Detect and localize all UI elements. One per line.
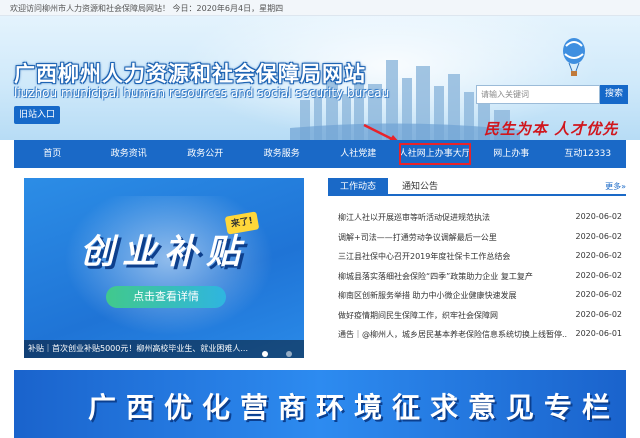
site-subtitle: liuzhou municipal human resources and so…: [14, 86, 390, 100]
nav-item-government-service[interactable]: 政务服务: [244, 140, 321, 168]
list-item[interactable]: 柳南区创新服务举措 助力中小微企业健康快速发展 2020-06-02: [328, 287, 626, 307]
list-item[interactable]: 通告｜@柳州人，城乡居民基本养老保险信息系统切换上线暂停... 2020-06-…: [328, 326, 626, 346]
news-title[interactable]: 通告｜@柳州人，城乡居民基本养老保险信息系统切换上线暂停...: [338, 329, 568, 340]
news-date: 2020-06-02: [575, 270, 623, 280]
news-date: 2020-06-02: [575, 251, 623, 260]
news-title[interactable]: 三江县社保中心召开2019年度社保卡工作总结会: [338, 251, 568, 262]
main-nav: 首页 政务资讯 政务公开 政务服务 人社党建 人社网上办事大厅 网上办事 互动1…: [14, 140, 626, 168]
news-date: 2020-06-01: [575, 329, 623, 338]
news-title[interactable]: 做好疫情期间民生保障工作，织牢社会保障网: [338, 310, 568, 321]
news-date: 2020-06-02: [575, 231, 623, 241]
news-title[interactable]: 调解+司法——打通劳动争议调解最后一公里: [338, 232, 568, 243]
search-input[interactable]: [476, 85, 600, 104]
site-title: 广西柳州人力资源和社会保障局网站: [14, 62, 366, 86]
list-item[interactable]: 柳城县落实落细社会保险“四季”政策助力企业 复工复产 2020-06-02: [328, 268, 626, 288]
news-date: 2020-06-02: [575, 290, 623, 299]
view-details-button[interactable]: 点击查看详情: [106, 286, 226, 308]
old-site-entrance-button[interactable]: 旧站入口: [14, 106, 60, 124]
news-title[interactable]: 柳城县落实落细社会保险“四季”政策助力企业 复工复产: [338, 271, 568, 282]
news-date: 2020-06-02: [575, 309, 623, 319]
news-list: 柳江人社以开展巡审等听活动促进规范执法 2020-06-02 调解+司法——打通…: [328, 209, 626, 346]
nav-item-interaction-12333[interactable]: 互动12333: [550, 140, 627, 168]
nav-item-online-affairs[interactable]: 网上办事: [473, 140, 550, 168]
nav-item-party-building[interactable]: 人社党建: [320, 140, 397, 168]
list-item[interactable]: 柳江人社以开展巡审等听活动促进规范执法 2020-06-02: [328, 209, 626, 229]
slogan-text: 民生为本 人才优先: [484, 120, 619, 138]
nav-item-home[interactable]: 首页: [14, 140, 91, 168]
list-item[interactable]: 做好疫情期间民生保障工作，织牢社会保障网 2020-06-02: [328, 307, 626, 327]
news-date: 2020-06-02: [575, 212, 623, 221]
welcome-text: 欢迎访问柳州市人力资源和社会保障局网站！ 今日：2020年6月4日，星期四: [10, 4, 284, 13]
list-item[interactable]: 三江县社保中心召开2019年度社保卡工作总结会 2020-06-02: [328, 248, 626, 268]
nav-item-government-news[interactable]: 政务资讯: [91, 140, 168, 168]
news-title[interactable]: 柳江人社以开展巡审等听活动促进规范执法: [338, 212, 568, 223]
tab-notices[interactable]: 通知公告: [392, 178, 448, 196]
promo-text: 广西优化营商环境征求意见专栏: [88, 391, 621, 424]
carousel-dot[interactable]: [262, 351, 268, 357]
news-title[interactable]: 柳南区创新服务举措 助力中小微企业健康快速发展: [338, 290, 568, 301]
tab-work-updates[interactable]: 工作动态: [328, 178, 388, 196]
nav-item-online-service-hall[interactable]: 人社网上办事大厅: [397, 140, 474, 168]
search-button[interactable]: 搜索: [600, 85, 628, 104]
entrepreneurship-subsidy-banner[interactable]: 创业补贴 来了! 点击查看详情 补贴｜首次创业补贴5000元！柳州高校毕业生、就…: [24, 178, 304, 358]
list-item[interactable]: 调解+司法——打通劳动争议调解最后一公里 2020-06-02: [328, 229, 626, 249]
hot-air-balloon-icon: [563, 38, 585, 76]
news-panel: 工作动态 通知公告 更多» 柳江人社以开展巡审等听活动促进规范执法 2020-0…: [328, 178, 626, 358]
more-link[interactable]: 更多»: [605, 181, 626, 192]
business-environment-promo-banner[interactable]: 广西优化营商环境征求意见专栏: [14, 370, 626, 438]
nav-item-government-disclosure[interactable]: 政务公开: [167, 140, 244, 168]
carousel-dot[interactable]: [286, 351, 292, 357]
banner-title: 创业补贴: [80, 232, 248, 272]
top-bar: 欢迎访问柳州市人力资源和社会保障局网站！ 今日：2020年6月4日，星期四: [0, 0, 640, 16]
news-tabs: 工作动态 通知公告 更多»: [328, 178, 626, 196]
